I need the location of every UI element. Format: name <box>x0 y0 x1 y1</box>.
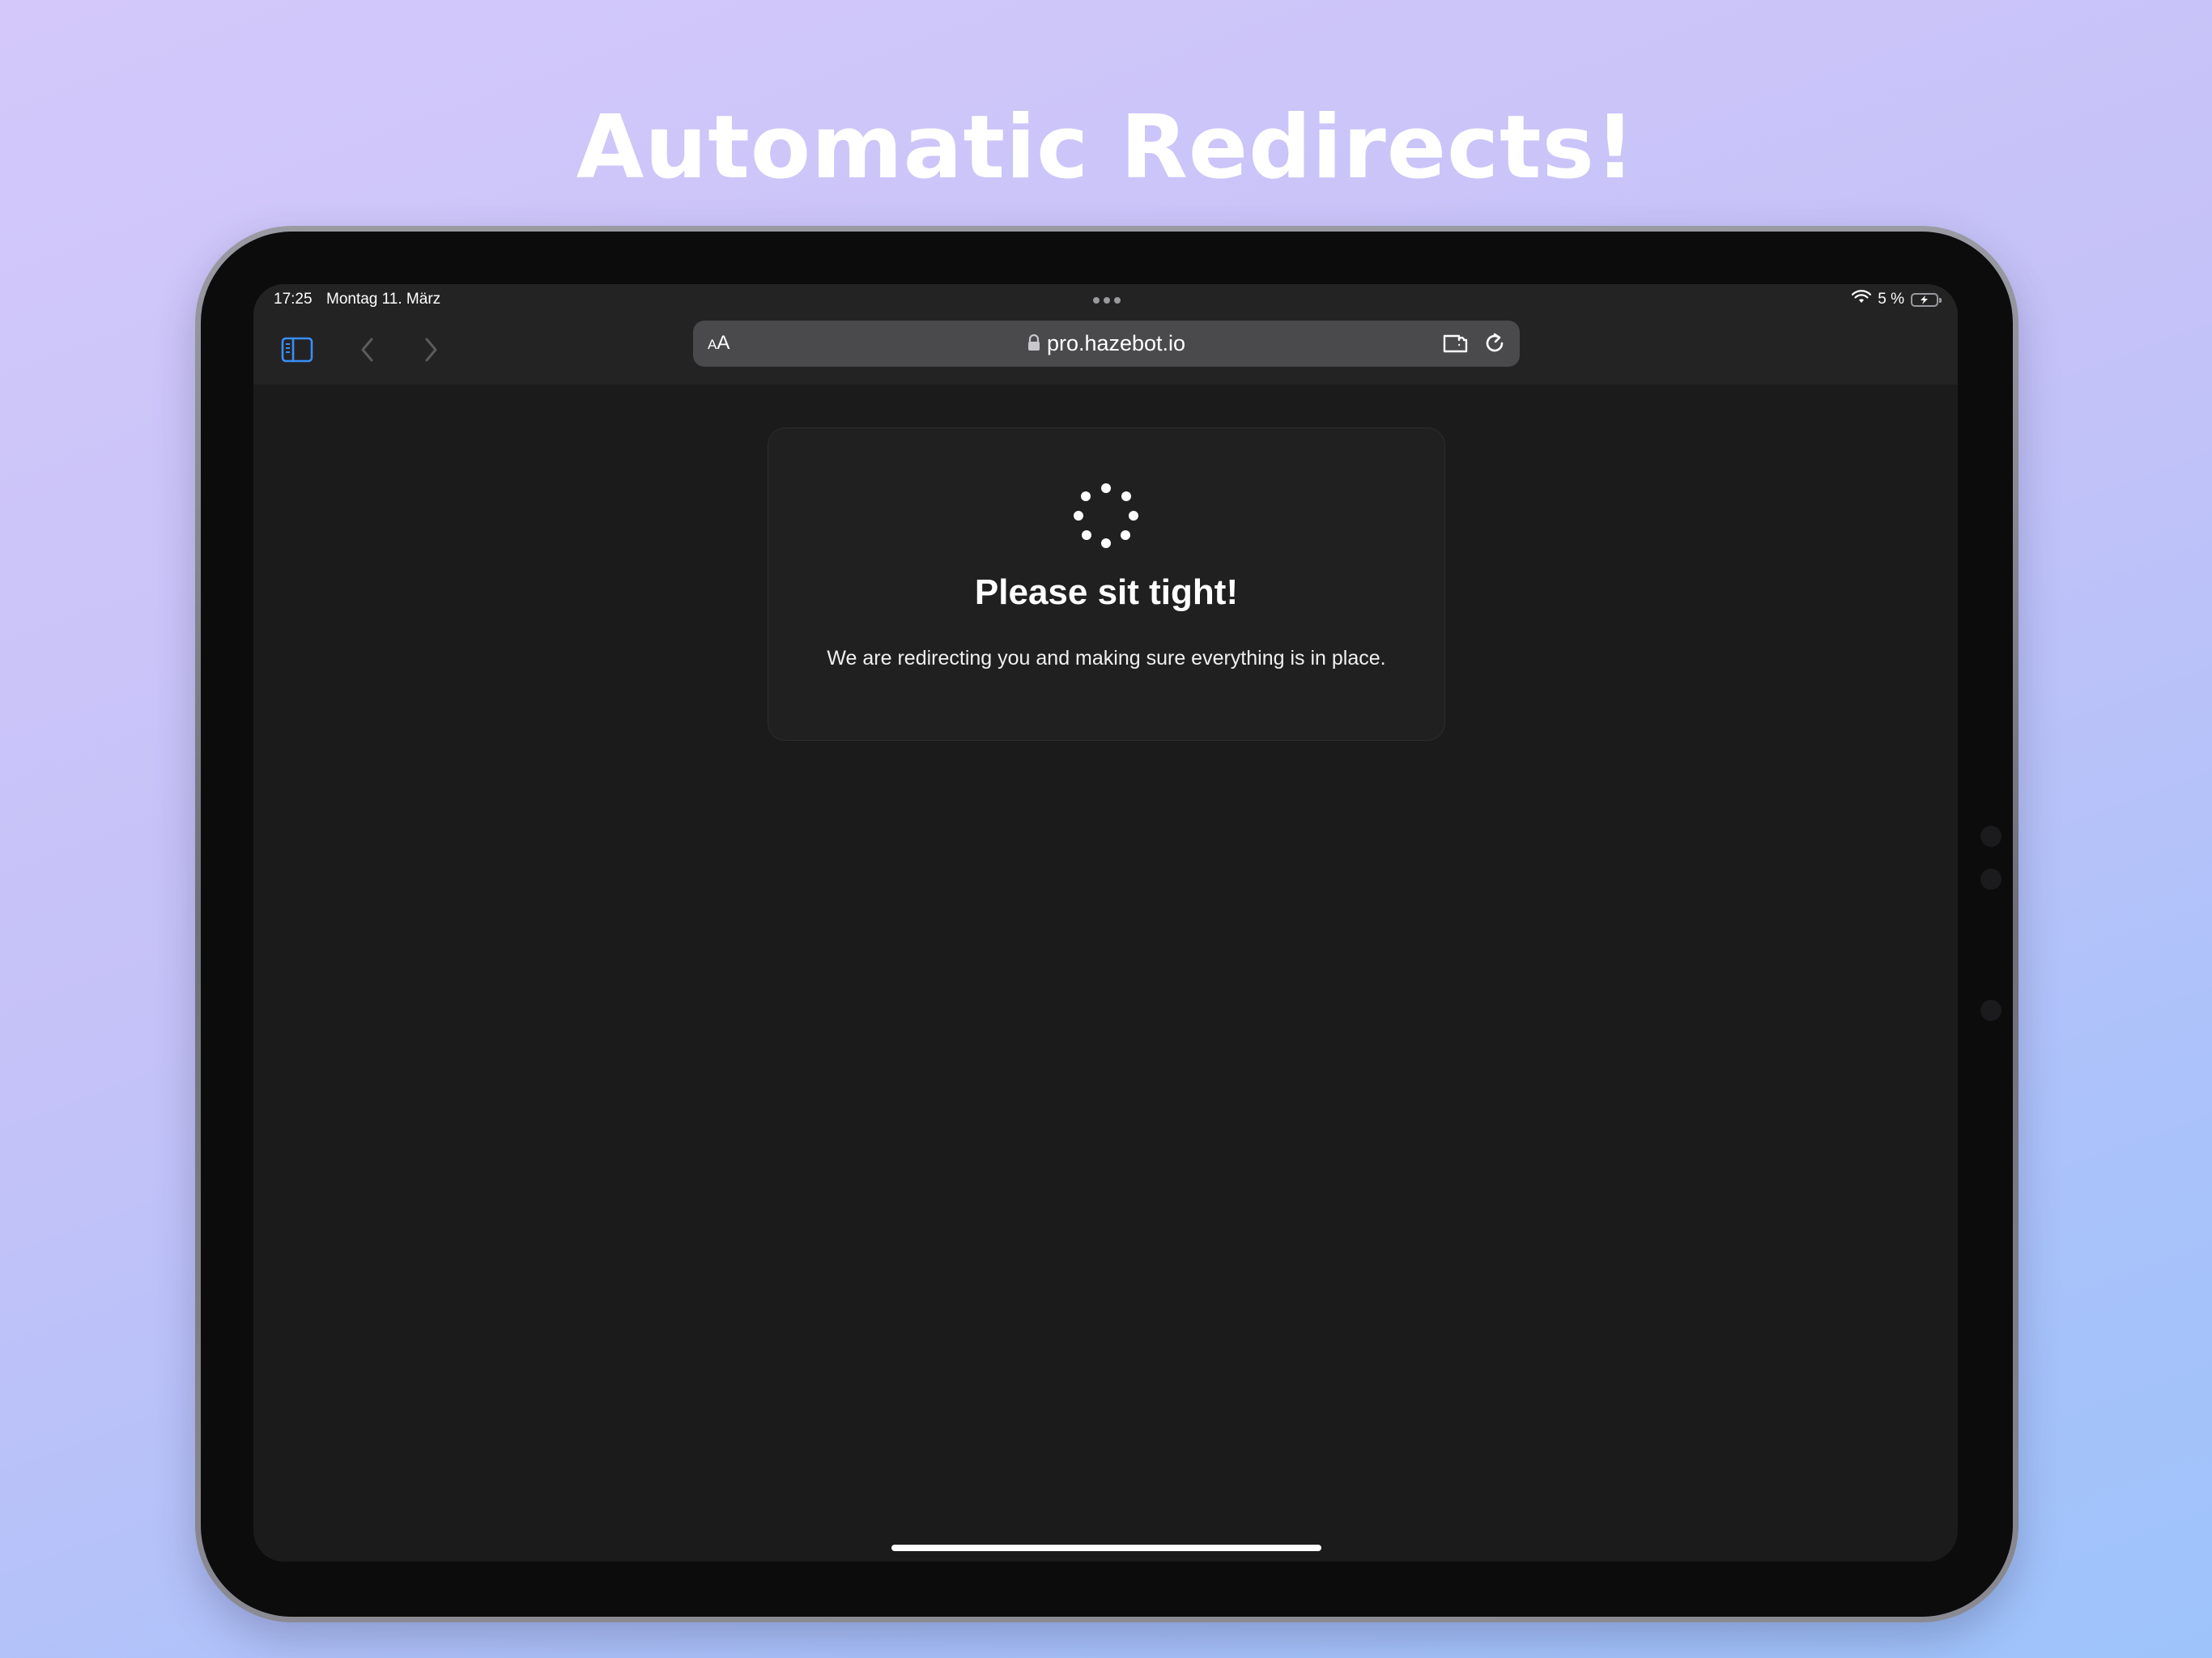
url-text: pro.hazebot.io <box>1046 331 1186 355</box>
wifi-icon <box>1852 290 1872 309</box>
camera-dot <box>1980 1000 2001 1021</box>
status-right: 5 % <box>1852 290 1942 309</box>
card-title: Please sit tight! <box>974 572 1239 612</box>
camera-dot <box>1980 869 2001 890</box>
battery-percent: 5 % <box>1878 291 1904 308</box>
headline: Automatic Redirects! <box>576 97 1636 198</box>
status-date: Montag 11. März <box>326 291 441 308</box>
sidebar-icon[interactable] <box>279 331 316 368</box>
camera-dot <box>1980 826 2001 847</box>
url-display[interactable]: pro.hazebot.io <box>693 331 1520 357</box>
status-bar: 17:25 Montag 11. März 5 % <box>253 284 1958 315</box>
status-time: 17:25 <box>274 291 313 308</box>
multitasking-dots[interactable] <box>1093 297 1121 304</box>
card-message: We are redirecting you and making sure e… <box>827 647 1386 670</box>
battery-charging-icon <box>1911 292 1942 307</box>
loading-spinner-icon <box>1072 483 1140 551</box>
address-bar[interactable]: AA pro.hazebot.io <box>693 321 1520 367</box>
forward-icon[interactable] <box>412 331 449 368</box>
redirect-card: Please sit tight! We are redirecting you… <box>768 427 1445 741</box>
extension-icon[interactable] <box>1442 331 1470 359</box>
lock-icon <box>1027 332 1040 357</box>
back-icon[interactable] <box>349 331 386 368</box>
reload-icon[interactable] <box>1482 331 1507 359</box>
home-indicator[interactable] <box>891 1545 1321 1551</box>
